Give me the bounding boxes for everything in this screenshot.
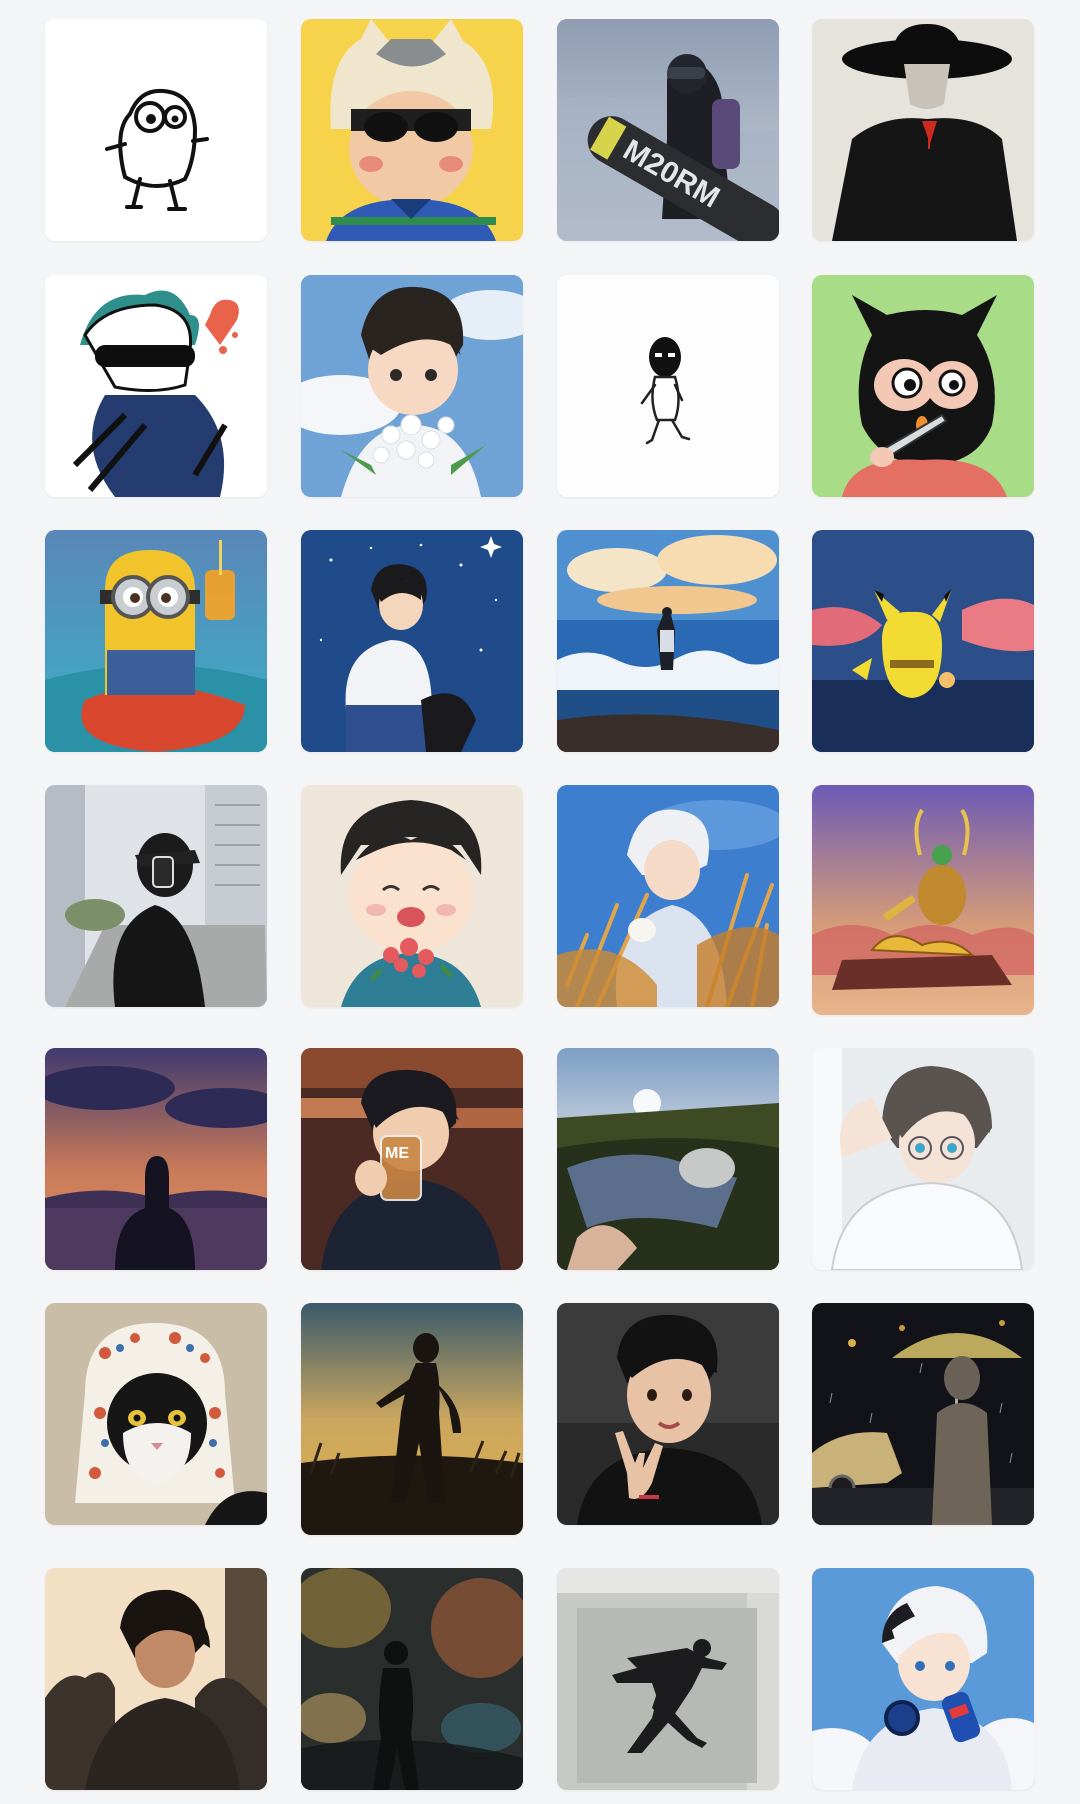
svg-text:ME: ME — [385, 1145, 409, 1162]
golden-crown-sunset-icon — [812, 785, 1034, 1015]
silhouette-sunset-sea-icon — [45, 1048, 267, 1270]
hat-figure-ink-icon — [812, 19, 1034, 241]
avatar-tile-10[interactable] — [301, 530, 523, 752]
glasses-boy-white-hoodie-icon — [812, 1048, 1034, 1270]
avatar-tile-26[interactable] — [301, 1568, 523, 1790]
masked-man-city-icon — [45, 785, 267, 1007]
avatar-tile-24[interactable] — [812, 1303, 1034, 1525]
ink-boy-heart-icon — [45, 275, 267, 497]
smiling-boy-roses-icon — [301, 785, 523, 1007]
snowboarder-photo-icon: M20RM — [557, 19, 779, 241]
boy-flowers-sky-icon — [301, 275, 523, 497]
boy-wheat-field-icon — [557, 785, 779, 1007]
avatar-tile-21[interactable] — [45, 1303, 267, 1525]
boy-wolf-hat-icon — [301, 19, 523, 241]
avatar-tile-1[interactable] — [45, 19, 267, 241]
blurry-night-figure-icon — [301, 1568, 523, 1790]
avatar-tile-18[interactable]: ME — [301, 1048, 523, 1270]
anime-boy-backlit-icon — [45, 1568, 267, 1790]
avatar-tile-19[interactable] — [557, 1048, 779, 1270]
avatar-tile-4[interactable] — [812, 19, 1034, 241]
avatar-tile-15[interactable] — [557, 785, 779, 1007]
boy-drinking-icon: ME — [301, 1048, 523, 1270]
boy-starry-sky-icon — [301, 530, 523, 752]
avatar-tile-3[interactable]: M20RM — [557, 19, 779, 241]
avatar-tile-14[interactable] — [301, 785, 523, 1007]
white-hair-boy-soda-icon — [812, 1568, 1034, 1790]
cat-floral-hood-icon — [45, 1303, 267, 1525]
minion-drink-icon — [45, 530, 267, 752]
avatar-tile-20[interactable] — [812, 1048, 1034, 1270]
lying-field-photo-icon — [557, 1048, 779, 1270]
avatar-tile-7[interactable] — [557, 275, 779, 497]
umbrella-night-rain-icon — [812, 1303, 1034, 1525]
masked-character-knife-icon — [812, 275, 1034, 497]
avatar-tile-16[interactable] — [812, 785, 1034, 1015]
avatar-tile-2[interactable] — [301, 19, 523, 241]
avatar-tile-12[interactable] — [812, 530, 1034, 752]
boy-hand-sign-icon — [557, 1303, 779, 1525]
silhouette-golden-field-icon — [301, 1303, 523, 1535]
ocean-waves-figure-icon — [557, 530, 779, 752]
masked-stick-figure-icon — [557, 275, 779, 497]
avatar-tile-28[interactable] — [812, 1568, 1034, 1790]
doodle-bird-icon — [45, 19, 267, 241]
avatar-tile-8[interactable] — [812, 275, 1034, 497]
avatar-tile-9[interactable] — [45, 530, 267, 752]
pikachu-sunset-icon — [812, 530, 1034, 752]
avatar-tile-6[interactable] — [301, 275, 523, 497]
avatar-tile-27[interactable] — [557, 1568, 779, 1790]
avatar-tile-25[interactable] — [45, 1568, 267, 1790]
avatar-tile-22[interactable] — [301, 1303, 523, 1535]
avatar-gallery: M20RM ME — [0, 0, 1080, 1804]
avatar-tile-11[interactable] — [557, 530, 779, 752]
avatar-tile-5[interactable] — [45, 275, 267, 497]
avatar-tile-23[interactable] — [557, 1303, 779, 1525]
avatar-tile-13[interactable] — [45, 785, 267, 1007]
avatar-tile-17[interactable] — [45, 1048, 267, 1270]
man-lying-floor-icon — [557, 1568, 779, 1790]
